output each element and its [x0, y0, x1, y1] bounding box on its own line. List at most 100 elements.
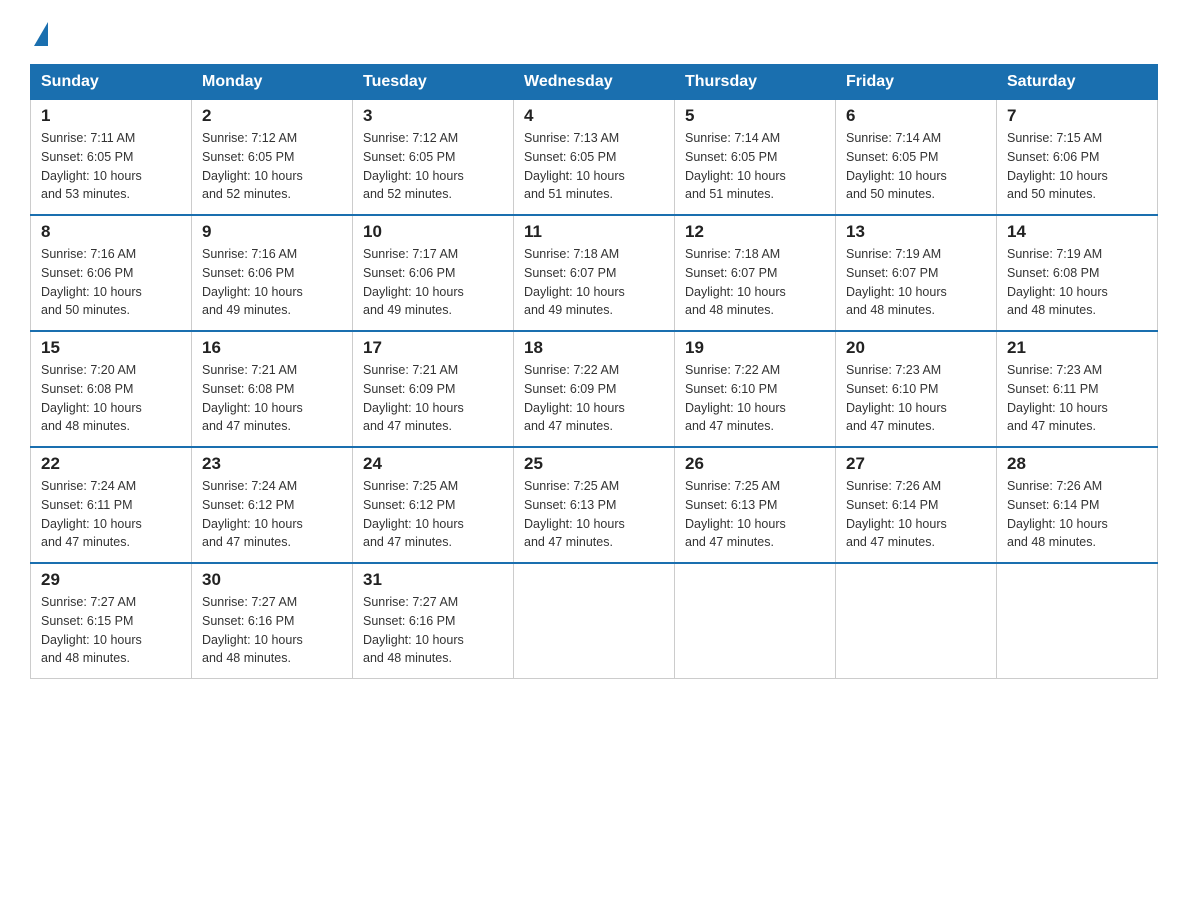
calendar-cell: 19 Sunrise: 7:22 AM Sunset: 6:10 PM Dayl…: [675, 331, 836, 447]
calendar-cell: 5 Sunrise: 7:14 AM Sunset: 6:05 PM Dayli…: [675, 100, 836, 216]
calendar-cell: 8 Sunrise: 7:16 AM Sunset: 6:06 PM Dayli…: [31, 215, 192, 331]
day-number: 24: [363, 454, 503, 474]
day-number: 14: [1007, 222, 1147, 242]
calendar-cell: 28 Sunrise: 7:26 AM Sunset: 6:14 PM Dayl…: [997, 447, 1158, 563]
column-header-tuesday: Tuesday: [353, 65, 514, 100]
column-header-saturday: Saturday: [997, 65, 1158, 100]
day-number: 11: [524, 222, 664, 242]
day-number: 3: [363, 106, 503, 126]
day-number: 20: [846, 338, 986, 358]
day-info: Sunrise: 7:11 AM Sunset: 6:05 PM Dayligh…: [41, 129, 181, 204]
calendar-cell: 30 Sunrise: 7:27 AM Sunset: 6:16 PM Dayl…: [192, 563, 353, 679]
day-info: Sunrise: 7:16 AM Sunset: 6:06 PM Dayligh…: [41, 245, 181, 320]
calendar-cell: 31 Sunrise: 7:27 AM Sunset: 6:16 PM Dayl…: [353, 563, 514, 679]
calendar-week-row: 1 Sunrise: 7:11 AM Sunset: 6:05 PM Dayli…: [31, 100, 1158, 216]
day-number: 4: [524, 106, 664, 126]
calendar-cell: 23 Sunrise: 7:24 AM Sunset: 6:12 PM Dayl…: [192, 447, 353, 563]
day-info: Sunrise: 7:25 AM Sunset: 6:13 PM Dayligh…: [524, 477, 664, 552]
day-number: 19: [685, 338, 825, 358]
calendar-week-row: 22 Sunrise: 7:24 AM Sunset: 6:11 PM Dayl…: [31, 447, 1158, 563]
day-info: Sunrise: 7:12 AM Sunset: 6:05 PM Dayligh…: [202, 129, 342, 204]
column-header-thursday: Thursday: [675, 65, 836, 100]
calendar-cell: [997, 563, 1158, 679]
day-number: 7: [1007, 106, 1147, 126]
page-header: [30, 20, 1158, 44]
day-info: Sunrise: 7:12 AM Sunset: 6:05 PM Dayligh…: [363, 129, 503, 204]
column-header-sunday: Sunday: [31, 65, 192, 100]
day-info: Sunrise: 7:26 AM Sunset: 6:14 PM Dayligh…: [846, 477, 986, 552]
day-number: 10: [363, 222, 503, 242]
day-number: 8: [41, 222, 181, 242]
day-number: 29: [41, 570, 181, 590]
calendar-cell: 17 Sunrise: 7:21 AM Sunset: 6:09 PM Dayl…: [353, 331, 514, 447]
calendar-cell: 1 Sunrise: 7:11 AM Sunset: 6:05 PM Dayli…: [31, 100, 192, 216]
day-info: Sunrise: 7:26 AM Sunset: 6:14 PM Dayligh…: [1007, 477, 1147, 552]
calendar-cell: 27 Sunrise: 7:26 AM Sunset: 6:14 PM Dayl…: [836, 447, 997, 563]
day-number: 13: [846, 222, 986, 242]
day-info: Sunrise: 7:21 AM Sunset: 6:09 PM Dayligh…: [363, 361, 503, 436]
day-number: 26: [685, 454, 825, 474]
day-info: Sunrise: 7:24 AM Sunset: 6:12 PM Dayligh…: [202, 477, 342, 552]
day-number: 31: [363, 570, 503, 590]
calendar-cell: 9 Sunrise: 7:16 AM Sunset: 6:06 PM Dayli…: [192, 215, 353, 331]
calendar-cell: 22 Sunrise: 7:24 AM Sunset: 6:11 PM Dayl…: [31, 447, 192, 563]
calendar-cell: 24 Sunrise: 7:25 AM Sunset: 6:12 PM Dayl…: [353, 447, 514, 563]
calendar-cell: 29 Sunrise: 7:27 AM Sunset: 6:15 PM Dayl…: [31, 563, 192, 679]
day-info: Sunrise: 7:20 AM Sunset: 6:08 PM Dayligh…: [41, 361, 181, 436]
day-info: Sunrise: 7:21 AM Sunset: 6:08 PM Dayligh…: [202, 361, 342, 436]
day-info: Sunrise: 7:18 AM Sunset: 6:07 PM Dayligh…: [685, 245, 825, 320]
day-number: 27: [846, 454, 986, 474]
day-info: Sunrise: 7:23 AM Sunset: 6:11 PM Dayligh…: [1007, 361, 1147, 436]
calendar-cell: 25 Sunrise: 7:25 AM Sunset: 6:13 PM Dayl…: [514, 447, 675, 563]
day-info: Sunrise: 7:14 AM Sunset: 6:05 PM Dayligh…: [685, 129, 825, 204]
calendar-cell: 6 Sunrise: 7:14 AM Sunset: 6:05 PM Dayli…: [836, 100, 997, 216]
day-info: Sunrise: 7:27 AM Sunset: 6:16 PM Dayligh…: [363, 593, 503, 668]
calendar-cell: [675, 563, 836, 679]
day-info: Sunrise: 7:23 AM Sunset: 6:10 PM Dayligh…: [846, 361, 986, 436]
calendar-cell: 3 Sunrise: 7:12 AM Sunset: 6:05 PM Dayli…: [353, 100, 514, 216]
calendar-cell: 21 Sunrise: 7:23 AM Sunset: 6:11 PM Dayl…: [997, 331, 1158, 447]
day-number: 6: [846, 106, 986, 126]
day-number: 1: [41, 106, 181, 126]
day-number: 12: [685, 222, 825, 242]
column-header-monday: Monday: [192, 65, 353, 100]
day-info: Sunrise: 7:19 AM Sunset: 6:08 PM Dayligh…: [1007, 245, 1147, 320]
calendar-cell: 18 Sunrise: 7:22 AM Sunset: 6:09 PM Dayl…: [514, 331, 675, 447]
day-info: Sunrise: 7:25 AM Sunset: 6:13 PM Dayligh…: [685, 477, 825, 552]
calendar-week-row: 29 Sunrise: 7:27 AM Sunset: 6:15 PM Dayl…: [31, 563, 1158, 679]
calendar-cell: 15 Sunrise: 7:20 AM Sunset: 6:08 PM Dayl…: [31, 331, 192, 447]
calendar-cell: 10 Sunrise: 7:17 AM Sunset: 6:06 PM Dayl…: [353, 215, 514, 331]
day-info: Sunrise: 7:17 AM Sunset: 6:06 PM Dayligh…: [363, 245, 503, 320]
calendar-cell: 11 Sunrise: 7:18 AM Sunset: 6:07 PM Dayl…: [514, 215, 675, 331]
calendar-cell: 12 Sunrise: 7:18 AM Sunset: 6:07 PM Dayl…: [675, 215, 836, 331]
day-number: 21: [1007, 338, 1147, 358]
day-info: Sunrise: 7:22 AM Sunset: 6:09 PM Dayligh…: [524, 361, 664, 436]
day-number: 5: [685, 106, 825, 126]
calendar-table: SundayMondayTuesdayWednesdayThursdayFrid…: [30, 64, 1158, 679]
day-number: 16: [202, 338, 342, 358]
day-number: 15: [41, 338, 181, 358]
calendar-cell: 13 Sunrise: 7:19 AM Sunset: 6:07 PM Dayl…: [836, 215, 997, 331]
day-info: Sunrise: 7:22 AM Sunset: 6:10 PM Dayligh…: [685, 361, 825, 436]
day-info: Sunrise: 7:27 AM Sunset: 6:15 PM Dayligh…: [41, 593, 181, 668]
day-info: Sunrise: 7:15 AM Sunset: 6:06 PM Dayligh…: [1007, 129, 1147, 204]
calendar-week-row: 15 Sunrise: 7:20 AM Sunset: 6:08 PM Dayl…: [31, 331, 1158, 447]
day-number: 2: [202, 106, 342, 126]
calendar-cell: 16 Sunrise: 7:21 AM Sunset: 6:08 PM Dayl…: [192, 331, 353, 447]
calendar-cell: 4 Sunrise: 7:13 AM Sunset: 6:05 PM Dayli…: [514, 100, 675, 216]
logo: [30, 20, 48, 44]
calendar-header-row: SundayMondayTuesdayWednesdayThursdayFrid…: [31, 65, 1158, 100]
day-number: 23: [202, 454, 342, 474]
day-number: 28: [1007, 454, 1147, 474]
day-number: 22: [41, 454, 181, 474]
day-number: 30: [202, 570, 342, 590]
calendar-cell: [836, 563, 997, 679]
calendar-cell: 20 Sunrise: 7:23 AM Sunset: 6:10 PM Dayl…: [836, 331, 997, 447]
logo-triangle-icon: [34, 22, 48, 46]
day-info: Sunrise: 7:19 AM Sunset: 6:07 PM Dayligh…: [846, 245, 986, 320]
day-info: Sunrise: 7:24 AM Sunset: 6:11 PM Dayligh…: [41, 477, 181, 552]
day-number: 9: [202, 222, 342, 242]
day-number: 25: [524, 454, 664, 474]
calendar-week-row: 8 Sunrise: 7:16 AM Sunset: 6:06 PM Dayli…: [31, 215, 1158, 331]
column-header-friday: Friday: [836, 65, 997, 100]
